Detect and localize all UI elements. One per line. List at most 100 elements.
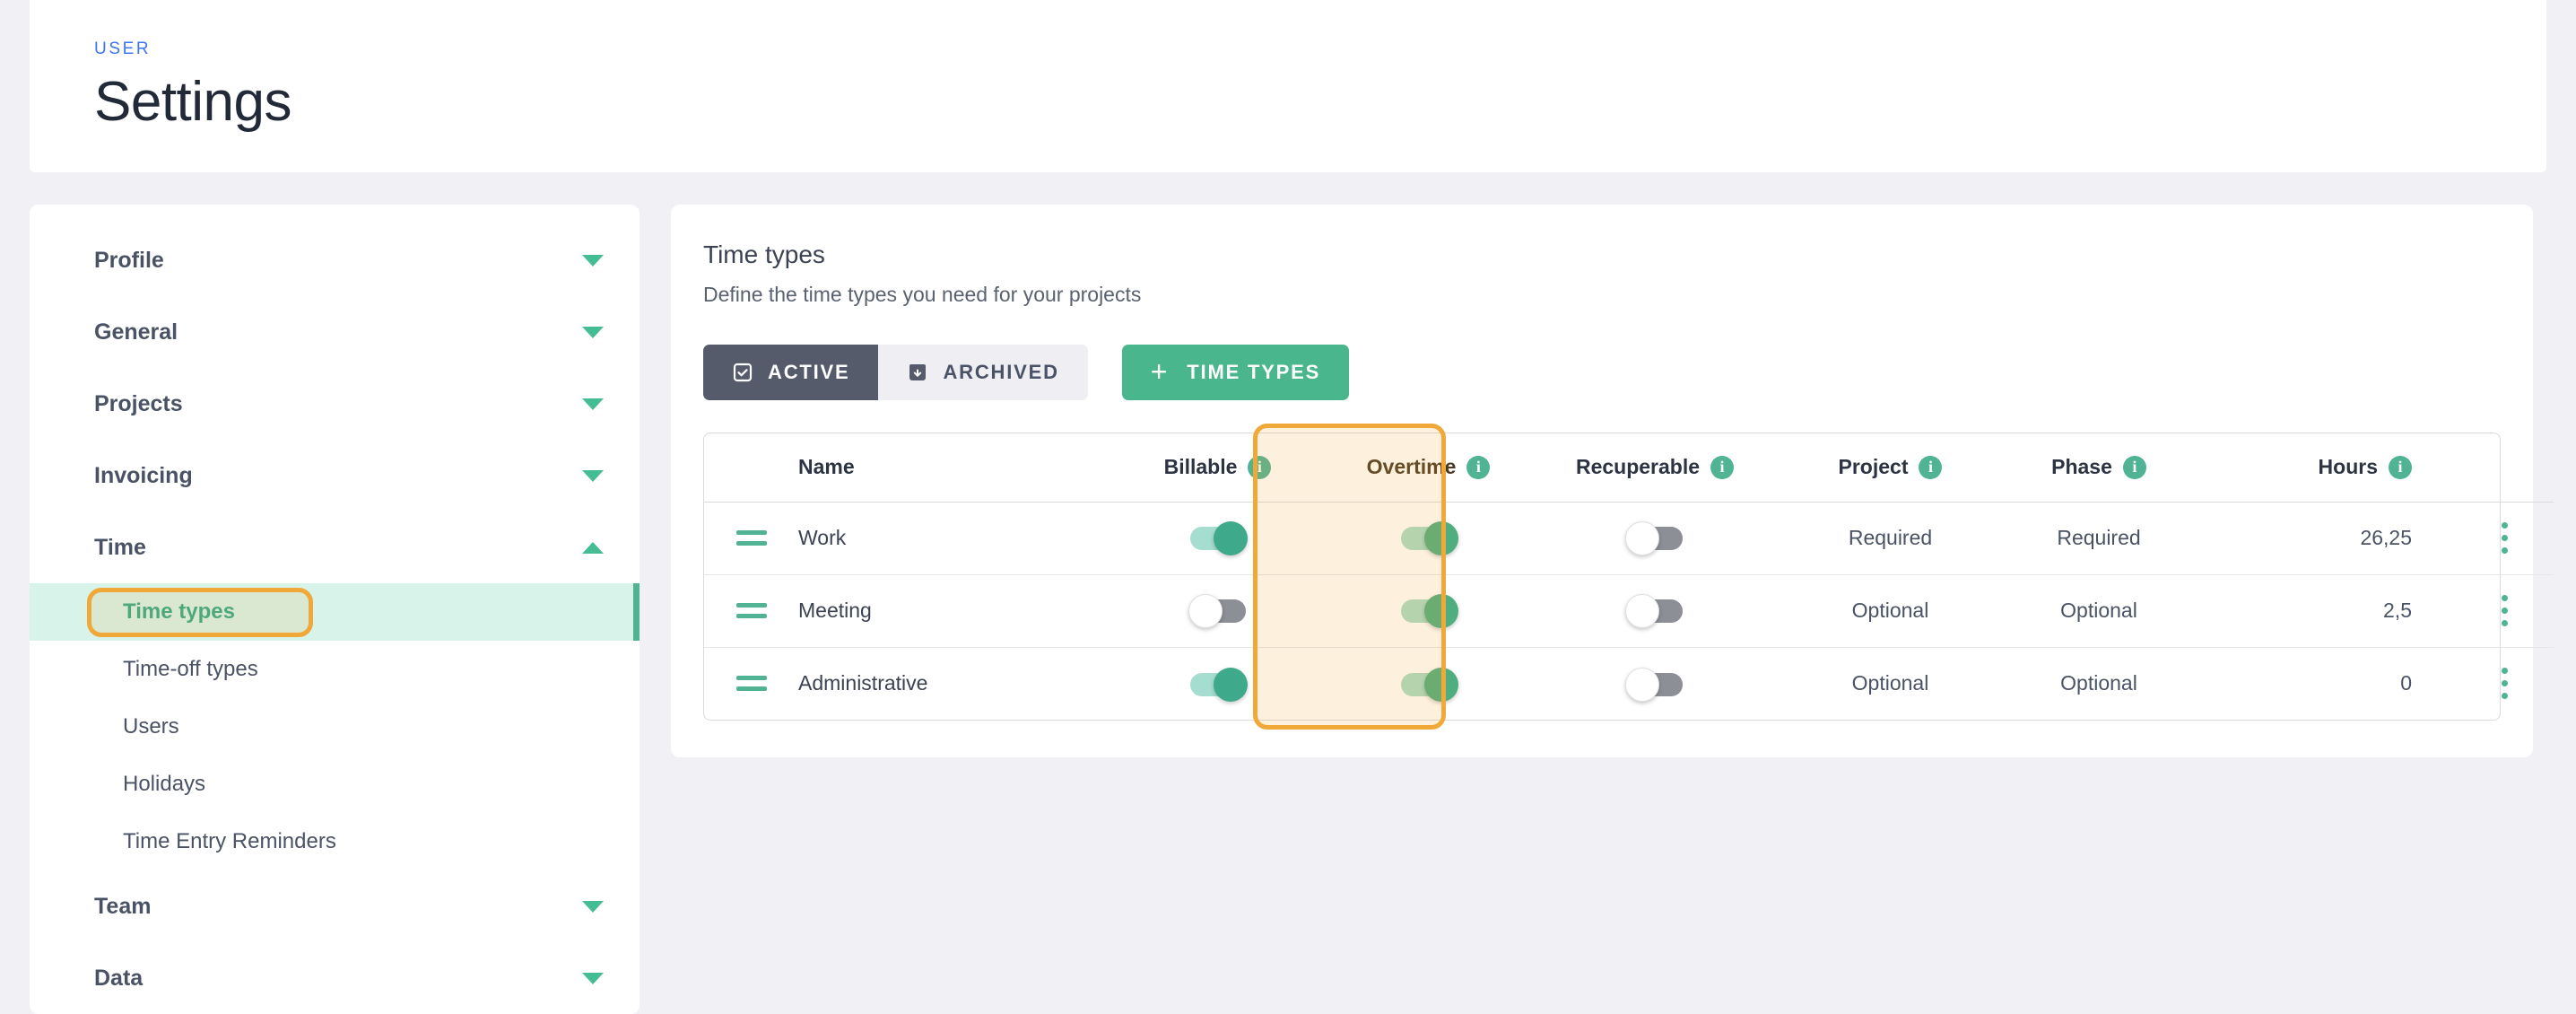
toggle-billable[interactable] [1189,521,1248,556]
th-overtime: Overtime i [1332,433,1525,503]
cell-menu[interactable] [2444,502,2565,575]
chevron-down-icon [582,972,604,984]
filter-active-label: ACTIVE [768,361,850,383]
info-icon-project[interactable]: i [1919,455,1943,479]
table-row: Meeting Optional Optional 2,5 [704,574,2565,648]
panel-subtitle: Define the time types you need for your … [703,283,1142,306]
filter-archived-button[interactable]: ARCHIVED [878,345,1087,400]
info-icon-billable[interactable]: i [1248,455,1272,479]
cell-hours: 26,25 [2202,502,2444,575]
sidebar-item-label: Time-off types [123,657,258,681]
sidebar-item-time-entry-reminders[interactable]: Time Entry Reminders [30,813,640,870]
th-menu [2444,433,2565,503]
cell-recuperable [1525,647,1785,720]
chevron-down-icon [582,254,604,267]
toggle-billable[interactable] [1188,594,1246,629]
sidebar-group-label: Invoicing [94,462,193,488]
time-types-panel: Time types Define the time types you nee… [671,205,2565,757]
toggle-overtime[interactable] [1400,521,1458,556]
chevron-down-icon [582,900,604,913]
th-hours-label: Hours [2318,455,2378,479]
time-types-table: Name Billable i Overtime i Recuperable i… [704,433,2565,720]
th-phase: Phase i [1996,433,2202,503]
chevron-down-icon [582,398,604,410]
sidebar-group-invoicing[interactable]: Invoicing [30,440,640,511]
cell-billable [1103,574,1332,648]
panel-title: Time types [703,240,825,268]
cell-phase: Optional [2060,671,2137,695]
filter-archived-label: ARCHIVED [943,361,1059,383]
toggle-overtime[interactable] [1400,667,1458,702]
more-options-icon[interactable] [2502,595,2508,626]
sidebar-item-time-types[interactable]: Time types [30,583,640,641]
sidebar-item-time-off-types[interactable]: Time-off types [30,641,640,698]
th-phase-label: Phase [2051,455,2112,479]
archive-box-icon [909,364,927,380]
more-options-icon[interactable] [2502,668,2508,700]
time-types-table-wrapper: Name Billable i Overtime i Recuperable i… [703,424,2565,730]
sidebar-item-users[interactable]: Users [30,698,640,756]
th-overtime-label: Overtime [1366,455,1457,479]
drag-handle-icon[interactable] [735,603,767,618]
th-project-label: Project [1838,455,1909,479]
page-scrollbar[interactable] [2554,0,2576,985]
toggle-recuperable[interactable] [1625,594,1683,629]
info-icon-overtime[interactable]: i [1466,455,1491,479]
table-row: Work Required Required 26,25 [704,502,2565,575]
cell-overtime [1332,574,1525,648]
checkbox-checked-icon [733,363,753,382]
sidebar-item-holidays[interactable]: Holidays [30,756,640,813]
sidebar-group-label: Time [94,534,146,560]
cell-phase: Required [1996,502,2202,575]
info-icon-recuperable[interactable]: i [1710,455,1735,479]
panel-toolbar: ACTIVE ARCHIVED + TIME TYPES [703,345,2501,400]
row-drag-cell[interactable] [704,574,798,648]
cell-hours: 2,5 [2202,574,2444,648]
table-row: Administrative Optional Optional 0 [704,647,2565,720]
th-recuperable-label: Recuperable [1575,455,1701,479]
cell-name: Meeting [798,574,1103,648]
sidebar-group-team[interactable]: Team [30,870,640,942]
row-drag-cell[interactable] [704,647,798,720]
info-icon-hours[interactable]: i [2389,455,2412,479]
settings-sidebar: Profile General Projects Invoicing Time … [30,205,640,1014]
cell-recuperable [1525,502,1785,575]
sidebar-group-label: Projects [94,390,183,416]
cell-name: Administrative [798,671,928,695]
toggle-recuperable[interactable] [1625,667,1683,702]
sidebar-group-general[interactable]: General [30,296,640,368]
sidebar-group-label: Profile [94,247,164,273]
cell-project: Optional [1785,574,1996,648]
more-options-icon[interactable] [2502,522,2508,554]
cell-menu[interactable] [2444,647,2565,720]
chevron-up-icon [582,541,604,554]
cell-menu[interactable] [2444,574,2565,648]
th-billable-label: Billable [1163,455,1238,479]
th-hours: Hours i [2202,433,2444,503]
sidebar-group-time[interactable]: Time [30,511,640,583]
row-drag-cell[interactable] [704,502,798,575]
chevron-down-icon [582,469,604,482]
sidebar-group-profile[interactable]: Profile [30,224,640,296]
add-time-types-button[interactable]: + TIME TYPES [1121,345,1350,400]
cell-project: Required [1785,502,1996,575]
info-icon-phase[interactable]: i [2122,455,2146,479]
cell-phase: Optional [1996,574,2202,648]
sidebar-item-label: Holidays [123,772,206,796]
toggle-billable[interactable] [1189,667,1248,702]
toggle-overtime[interactable] [1400,594,1458,629]
drag-handle-icon[interactable] [735,676,767,692]
sidebar-item-label: Time types [123,599,235,624]
th-name-label: Name [798,455,855,479]
drag-handle-icon[interactable] [735,530,767,546]
plus-icon: + [1150,354,1170,388]
sidebar-group-projects[interactable]: Projects [30,368,640,440]
sidebar-group-label: Data [94,965,144,991]
cell-billable [1103,647,1332,720]
page-title: Settings [94,71,292,133]
cell-overtime [1332,502,1525,575]
toggle-recuperable[interactable] [1625,521,1683,556]
filter-active-button[interactable]: ACTIVE [703,345,879,400]
sidebar-item-label: Time Entry Reminders [123,829,336,853]
sidebar-group-data[interactable]: Data [30,942,640,1014]
